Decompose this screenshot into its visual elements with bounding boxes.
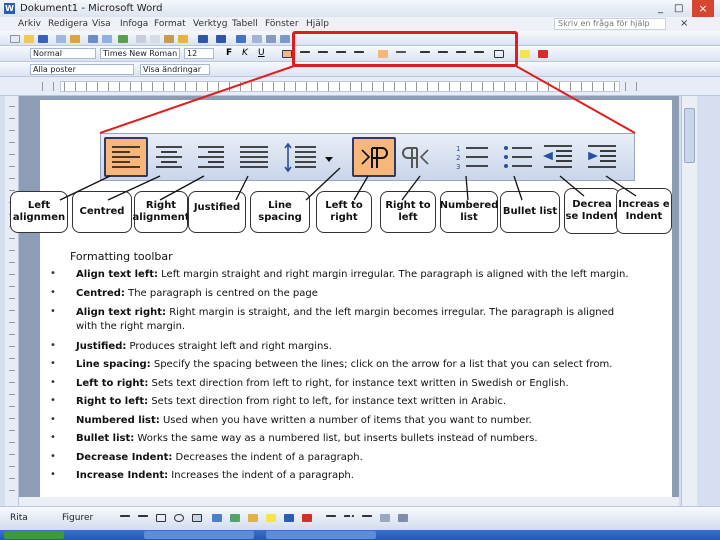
bullet-5: • [50, 358, 56, 369]
item-numbered-list: Numbered list: Used when you have writte… [76, 415, 532, 426]
align-left-icon [112, 146, 140, 168]
ltr-icon [361, 147, 388, 168]
svg-text:2: 2 [456, 154, 460, 162]
item-centred: Centred: The paragraph is centred on the… [76, 288, 318, 299]
bullet-list-icon [504, 146, 532, 168]
bullet-10: • [50, 451, 56, 462]
zoom-pointer-lines [99, 65, 636, 134]
item-increase-indent: Increase Indent: Increases the indent of… [76, 470, 354, 481]
bullet-2: • [50, 287, 56, 298]
bullet-9: • [50, 432, 56, 443]
item-left-to-right: Left to right: Sets text direction from … [76, 378, 569, 389]
item-line-spacing: Line spacing: Specify the spacing betwee… [76, 359, 613, 370]
bullet-1: • [50, 268, 56, 279]
numbered-list-icon: 1 2 3 [456, 145, 488, 171]
toolbar-icons: 1 2 3 [112, 142, 616, 173]
bullet-4: • [50, 340, 56, 351]
callout-connectors [59, 167, 637, 201]
justify-icon [240, 146, 268, 168]
rtl-icon [402, 147, 429, 168]
increase-indent-icon [588, 145, 616, 168]
item-right-to-left: Right to left: Sets text direction from … [76, 396, 507, 407]
item-align-left: Align text left: Left margin straight an… [76, 269, 629, 280]
svg-text:3: 3 [456, 163, 460, 171]
bullet-11: • [50, 469, 56, 480]
decrease-indent-icon [542, 145, 572, 168]
line-spacing-arrow-icon[interactable] [325, 157, 333, 162]
bullet-7: • [50, 395, 56, 406]
bullet-6: • [50, 377, 56, 388]
item-decrease-indent: Decrease Indent: Decreases the indent of… [76, 452, 363, 463]
center-icon [156, 146, 182, 168]
item-justified: Justified: Produces straight left and ri… [76, 341, 332, 352]
line-spacing-icon [284, 142, 316, 173]
word-window: W Dokument1 - Microsoft Word _ □ × Arkiv… [0, 0, 720, 540]
bullet-8: • [50, 414, 56, 425]
section-title: Formatting toolbar [70, 250, 173, 263]
item-align-right: Align text right: Right margin is straig… [76, 307, 615, 332]
bullet-3: • [50, 306, 56, 317]
align-right-icon [198, 146, 224, 168]
svg-text:1: 1 [456, 145, 460, 153]
item-bullet-list: Bullet list: Works the same way as a num… [76, 433, 538, 444]
